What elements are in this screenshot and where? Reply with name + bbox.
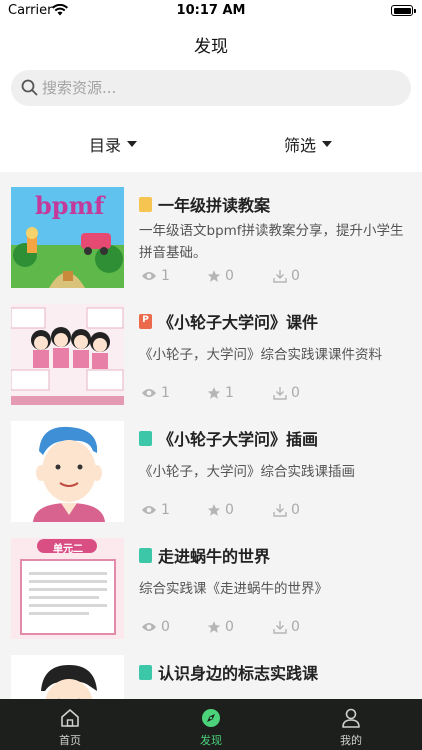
star-count[interactable]: 1 xyxy=(207,385,234,401)
item-title: 《小轮子大学问》课件 xyxy=(158,313,319,332)
doc-icon xyxy=(139,196,152,212)
download-count[interactable]: 0 xyxy=(273,502,300,518)
list-item[interactable]: 《小轮子大学问》插画 《小轮子，大学问》综合实践课插画 1 0 0 xyxy=(0,406,422,523)
thumbnail-image xyxy=(11,421,124,522)
search-bar[interactable] xyxy=(11,70,411,106)
star-count[interactable]: 0 xyxy=(207,268,234,284)
catalog-label: 目录 xyxy=(89,136,122,155)
tab-label: 首页 xyxy=(59,734,81,747)
item-title: 认识身边的标志实践课 xyxy=(158,664,319,683)
download-icon xyxy=(273,504,287,517)
view-count: 0 xyxy=(141,619,170,635)
download-icon xyxy=(273,621,287,634)
thumbnail-text: bpmf xyxy=(35,191,105,220)
list-item[interactable]: P 《小轮子大学问》课件 《小轮子，大学问》综合实践课课件资料 1 1 0 xyxy=(0,289,422,406)
item-description: 一年级语文bpmf拼读教案分享，提升小学生拼音基础。 xyxy=(139,223,404,261)
thumbnail-text: 单元二 xyxy=(53,544,83,555)
search-input[interactable] xyxy=(42,70,397,106)
filter-label: 筛选 xyxy=(284,136,317,155)
star-count[interactable]: 0 xyxy=(207,502,234,518)
image-icon xyxy=(139,664,152,680)
eye-icon xyxy=(142,623,156,631)
star-icon xyxy=(207,270,221,282)
item-description: 综合实践课《走进蜗牛的世界》 xyxy=(139,581,328,597)
thumbnail-image xyxy=(11,304,124,405)
star-icon xyxy=(207,387,221,399)
clock: 10:17 AM xyxy=(176,3,246,18)
tab-discover[interactable]: 发现 xyxy=(166,699,256,750)
thumbnail-image xyxy=(11,655,124,699)
item-title: 一年级拼读教案 xyxy=(158,196,271,215)
item-description: 《小轮子，大学问》综合实践课课件资料 xyxy=(139,347,382,363)
item-stats: 1 1 0 xyxy=(139,385,414,403)
filter-bar: 目录 筛选 xyxy=(0,126,422,164)
tab-label: 发现 xyxy=(200,734,222,747)
image-icon xyxy=(139,547,152,563)
eye-icon xyxy=(142,389,156,397)
item-stats: 1 0 0 xyxy=(139,268,414,286)
view-count: 1 xyxy=(141,502,170,518)
caret-down-icon xyxy=(322,141,333,147)
list-item[interactable]: 认识身边的标志实践课 xyxy=(0,640,422,699)
item-title: 走进蜗牛的世界 xyxy=(158,547,271,566)
item-title: 《小轮子大学问》插画 xyxy=(158,430,319,449)
list-item[interactable]: 单元二 走进蜗牛的世界 综合实践课《走进蜗牛的世界》 0 0 0 xyxy=(0,523,422,640)
item-description: 《小轮子，大学问》综合实践课插画 xyxy=(139,464,355,480)
download-count[interactable]: 0 xyxy=(273,268,300,284)
download-count[interactable]: 0 xyxy=(273,619,300,635)
tab-profile[interactable]: 我的 xyxy=(306,699,396,750)
filter-dropdown[interactable]: 筛选 xyxy=(284,132,333,156)
list-item[interactable]: bpmf 一年级拼读教案 一年级语文bpmf拼读教案分享，提升小学生拼音基础。 … xyxy=(0,172,422,289)
star-count[interactable]: 0 xyxy=(207,619,234,635)
eye-icon xyxy=(142,506,156,514)
tab-bar: 首页 发现 我的 xyxy=(0,699,422,750)
tab-label: 我的 xyxy=(340,734,362,747)
thumbnail-image: bpmf xyxy=(11,187,124,288)
star-icon xyxy=(207,621,221,633)
catalog-dropdown[interactable]: 目录 xyxy=(89,132,138,156)
item-stats: 0 0 0 xyxy=(139,619,414,637)
thumbnail-image: 单元二 xyxy=(11,538,124,639)
profile-icon xyxy=(342,708,360,728)
star-icon xyxy=(207,504,221,516)
download-icon xyxy=(273,387,287,400)
download-count[interactable]: 0 xyxy=(273,385,300,401)
image-icon xyxy=(139,430,152,446)
view-count: 1 xyxy=(141,268,170,284)
caret-down-icon xyxy=(127,141,138,147)
tab-home[interactable]: 首页 xyxy=(25,699,115,750)
eye-icon xyxy=(142,272,156,280)
item-stats: 1 0 0 xyxy=(139,502,414,520)
search-icon xyxy=(21,79,38,96)
home-icon xyxy=(61,709,79,727)
ppt-icon: P xyxy=(139,313,152,329)
discover-icon xyxy=(202,709,220,727)
page-title: 发现 xyxy=(194,37,228,57)
download-icon xyxy=(273,270,287,283)
status-bar: Carrier 10:17 AM xyxy=(0,0,422,22)
view-count: 1 xyxy=(141,385,170,401)
battery-icon xyxy=(391,5,416,16)
resource-list[interactable]: bpmf 一年级拼读教案 一年级语文bpmf拼读教案分享，提升小学生拼音基础。 … xyxy=(0,172,422,699)
